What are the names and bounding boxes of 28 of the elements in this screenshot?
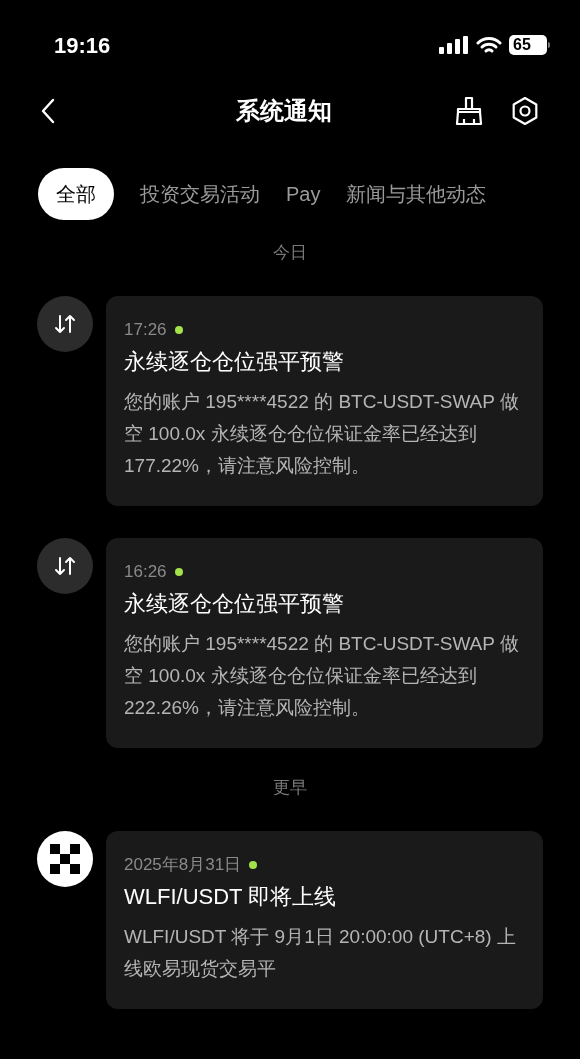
- notification-card[interactable]: 16:26 永续逐仓仓位强平预警 您的账户 195****4522 的 BTC-USDT-SWAP 做空 100.0x 永续逐仓仓位保证金率已经达到 222.26%，请注意风险控制。: [106, 538, 543, 748]
- notification-body: WLFI/USDT 将于 9月1日 20:00:00 (UTC+8) 上线欧易现货交易平: [124, 925, 517, 981]
- filter-tab[interactable]: Pay: [286, 179, 321, 209]
- filter-tab[interactable]: 投资交易活动: [140, 179, 260, 209]
- notification-card[interactable]: 17:26 永续逐仓仓位强平预警 您的账户 195****4522 的 BTC-USDT-SWAP 做空 100.0x 永续逐仓仓位保证金率已经达到 177.22%，请注意风险控制。: [106, 296, 543, 506]
- broom-icon[interactable]: [454, 96, 484, 126]
- wifi-icon: [476, 35, 502, 55]
- filter-tab[interactable]: 新闻与其他动态: [346, 179, 487, 209]
- swap-arrows-icon: [37, 296, 93, 352]
- notification-time: 17:26: [124, 319, 167, 341]
- notification-title: 永续逐仓仓位强平预警: [124, 590, 345, 618]
- battery-icon: 65: [509, 35, 550, 55]
- settings-icon[interactable]: [510, 96, 540, 126]
- notification-title: 永续逐仓仓位强平预警: [124, 348, 345, 376]
- notification-body: 您的账户 195****4522 的 BTC-USDT-SWAP 做空 100.0x 永续逐仓仓位保证金率已经达到 177.22%，请注意风险控制。: [124, 390, 520, 478]
- signal-icon: [439, 36, 469, 54]
- section-heading: 今日: [272, 242, 308, 264]
- swap-arrows-icon: [37, 538, 93, 594]
- page-title: 系统通知: [235, 96, 333, 126]
- filter-tab[interactable]: 全部: [38, 168, 114, 220]
- notification-body: 您的账户 195****4522 的 BTC-USDT-SWAP 做空 100.0x 永续逐仓仓位保证金率已经达到 222.26%，请注意风险控制。: [124, 632, 520, 720]
- notification-title: WLFI/USDT 即将上线: [124, 883, 338, 911]
- status-time: 19:16: [54, 31, 111, 60]
- notification-time: 2025年8月31日: [124, 854, 242, 876]
- notification-card[interactable]: 2025年8月31日 WLFI/USDT 即将上线 WLFI/USDT 将于 9月1日 20:00:00 (UTC+8) 上线欧易现货交易平: [106, 831, 543, 1009]
- section-heading: 更早: [272, 777, 308, 799]
- notification-time: 16:26: [124, 561, 167, 583]
- checker-logo-icon: [37, 831, 93, 887]
